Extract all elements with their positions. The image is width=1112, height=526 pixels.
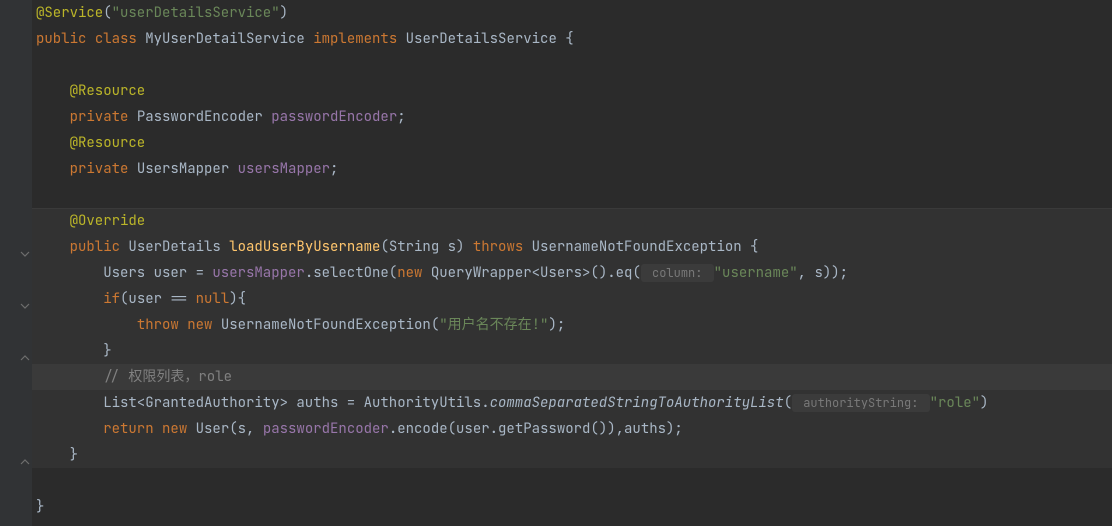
brace: } <box>103 342 111 360</box>
brace: } <box>70 446 78 464</box>
field: usersMapper <box>238 160 330 178</box>
class-name: MyUserDetailService <box>145 30 305 48</box>
code-line[interactable]: Users user = usersMapper.selectOne(new Q… <box>36 260 1112 286</box>
keyword: new <box>162 420 187 438</box>
constructor: QueryWrapper<Users>().eq( <box>422 264 640 282</box>
code-text: ){ <box>229 290 246 308</box>
annotation: @Resource <box>70 82 146 100</box>
code-text: ( <box>784 394 792 412</box>
var-decl: Users user = <box>103 264 212 282</box>
param-hint: column: <box>641 264 714 282</box>
field: passwordEncoder <box>263 420 389 438</box>
static-method: commaSeparatedStringToAuthorityList <box>490 394 784 412</box>
code-line[interactable]: @Override <box>36 208 1112 234</box>
type: UsersMapper <box>137 160 229 178</box>
param-hint: authorityString: <box>792 394 930 412</box>
code-line[interactable]: return new User(s, passwordEncoder.encod… <box>36 416 1112 442</box>
method-call: .selectOne( <box>305 264 397 282</box>
field: passwordEncoder <box>271 108 397 126</box>
code-line[interactable]: } <box>36 442 1112 468</box>
code-line[interactable]: List<GrantedAuthority> auths = Authority… <box>36 390 1112 416</box>
annotation: @Service <box>36 4 103 22</box>
fold-icon[interactable] <box>20 294 30 304</box>
keyword: new <box>187 316 212 334</box>
code-line[interactable]: private PasswordEncoder passwordEncoder; <box>36 104 1112 130</box>
keyword: public <box>70 238 120 256</box>
keyword: private <box>70 108 129 126</box>
fold-icon[interactable] <box>20 346 30 356</box>
keyword: new <box>397 264 422 282</box>
code-line[interactable] <box>36 468 1112 494</box>
keyword: if <box>103 290 120 308</box>
code-line[interactable]: @Resource <box>36 78 1112 104</box>
code-line[interactable] <box>36 52 1112 78</box>
keyword: return <box>103 420 153 438</box>
string-literal: "username" <box>714 264 798 282</box>
params: (String s) <box>380 238 464 256</box>
constructor: UsernameNotFoundException( <box>212 316 439 334</box>
fold-icon[interactable] <box>20 450 30 460</box>
code-line[interactable]: throw new UsernameNotFoundException("用户名… <box>36 312 1112 338</box>
keyword: implements <box>313 30 397 48</box>
keyword: public <box>36 30 86 48</box>
code-line[interactable]: if(user == null){ <box>36 286 1112 312</box>
string-literal: "userDetailsService" <box>112 4 280 22</box>
code-text: , s)); <box>798 264 848 282</box>
keyword: throws <box>473 238 523 256</box>
code-line[interactable] <box>36 182 1112 208</box>
code-line[interactable]: } <box>36 494 1112 520</box>
code-text: (user == <box>120 290 196 308</box>
constructor: User(s, <box>187 420 263 438</box>
code-line[interactable]: @Resource <box>36 130 1112 156</box>
comment: // 权限列表，role <box>103 368 232 386</box>
class-name: UserDetailsService { <box>406 30 574 48</box>
code-line[interactable]: public class MyUserDetailService impleme… <box>36 26 1112 52</box>
annotation: @Override <box>70 212 146 230</box>
keyword: private <box>70 160 129 178</box>
string-literal: "用户名不存在!" <box>439 316 548 334</box>
fold-icon[interactable] <box>20 242 30 252</box>
editor-gutter <box>0 0 32 526</box>
code-line[interactable]: @Service("userDetailsService") <box>36 0 1112 26</box>
string-literal: "role" <box>930 394 980 412</box>
method-call: .encode(user.getPassword()),auths); <box>389 420 683 438</box>
code-text: ) <box>980 394 988 412</box>
field: usersMapper <box>212 264 304 282</box>
code-line[interactable]: // 权限列表，role <box>36 364 1112 390</box>
code-editor[interactable]: @Service("userDetailsService") public cl… <box>32 0 1112 526</box>
exception-type: UsernameNotFoundException { <box>532 238 759 256</box>
keyword: throw <box>137 316 179 334</box>
brace: } <box>36 498 44 516</box>
annotation: @Resource <box>70 134 146 152</box>
var-decl: List<GrantedAuthority> auths = Authority… <box>103 394 489 412</box>
code-line[interactable]: } <box>36 338 1112 364</box>
method-name: loadUserByUsername <box>229 238 380 256</box>
keyword: null <box>196 290 230 308</box>
code-line[interactable]: private UsersMapper usersMapper; <box>36 156 1112 182</box>
keyword: class <box>95 30 137 48</box>
code-line[interactable]: public UserDetails loadUserByUsername(St… <box>36 234 1112 260</box>
code-text: ); <box>548 316 565 334</box>
type: UserDetails <box>128 238 220 256</box>
type: PasswordEncoder <box>137 108 263 126</box>
